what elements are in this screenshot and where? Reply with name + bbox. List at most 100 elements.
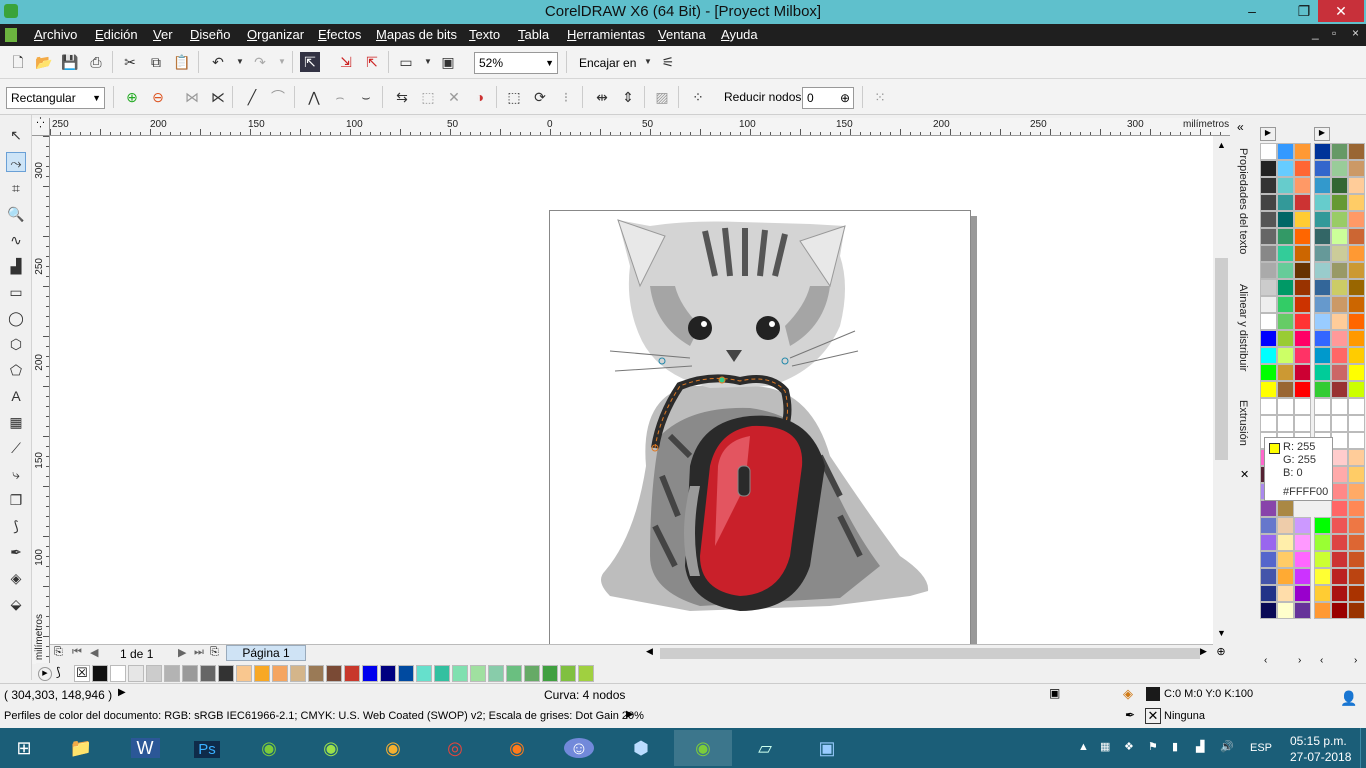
page-options-icon[interactable]: ⎘ — [54, 646, 63, 659]
outline-none-swatch[interactable]: ✕ — [1145, 708, 1161, 724]
palette-color-swatch[interactable] — [1348, 449, 1365, 466]
palette-color-swatch[interactable] — [1331, 466, 1348, 483]
add-page-icon[interactable]: ⎘ — [210, 646, 219, 659]
break-curve-icon[interactable]: ⋉ — [208, 87, 228, 107]
connector-tool-icon[interactable]: ⤷ — [6, 464, 26, 484]
network-icon[interactable]: ▟ — [1196, 740, 1204, 753]
palette-color-swatch[interactable] — [1260, 602, 1277, 619]
show-hidden-icons-icon[interactable]: ▲ — [1078, 741, 1089, 753]
rotate-nodes-icon[interactable]: ⟳ — [530, 87, 550, 107]
palette-color-swatch[interactable] — [1331, 245, 1348, 262]
palette-color-swatch[interactable] — [1314, 585, 1331, 602]
no-color-swatch[interactable]: ☒ — [74, 665, 90, 682]
dimension-tool-icon[interactable]: ⟋ — [6, 438, 26, 458]
first-page-icon[interactable]: ⏮ — [72, 646, 82, 659]
palette-color-swatch[interactable] — [1314, 415, 1331, 432]
palette-swatch[interactable] — [452, 665, 468, 682]
volume-icon[interactable]: 🔊 — [1220, 740, 1234, 753]
language-indicator[interactable]: ESP — [1250, 742, 1272, 754]
palette-color-swatch[interactable] — [1314, 245, 1331, 262]
delete-node-icon[interactable]: ⊖ — [148, 87, 168, 107]
palette-color-swatch[interactable] — [1331, 330, 1348, 347]
menu-edicion[interactable]: Edición — [95, 27, 138, 42]
horizontal-scrollbar[interactable]: ◀ ▶ — [642, 644, 1213, 661]
status-expand-icon[interactable]: ▶ — [118, 687, 126, 698]
palette-color-swatch[interactable] — [1331, 313, 1348, 330]
palette-color-swatch[interactable] — [1348, 194, 1365, 211]
palette-color-swatch[interactable] — [1348, 211, 1365, 228]
open-icon[interactable]: 📂 — [34, 52, 54, 72]
palette-swatch[interactable] — [398, 665, 414, 682]
palette-color-swatch[interactable] — [1348, 415, 1365, 432]
outline-pen-icon[interactable]: ✒ — [1125, 708, 1135, 722]
close-curve-icon[interactable]: ◑ — [470, 87, 490, 107]
palette-color-swatch[interactable] — [1314, 211, 1331, 228]
discord-icon[interactable]: ☺ — [550, 730, 608, 766]
table-tool-icon[interactable]: ▦ — [6, 412, 26, 432]
palette-swatch[interactable] — [326, 665, 342, 682]
palette-color-swatch[interactable] — [1260, 534, 1277, 551]
export-icon[interactable]: ⇱ — [362, 52, 382, 72]
palette-swatch[interactable] — [164, 665, 180, 682]
paste-icon[interactable]: 📋 — [172, 52, 192, 72]
smart-fill-tool-icon[interactable]: ▟ — [6, 256, 26, 276]
docker-tab-align[interactable]: Alinear y distribuir — [1237, 284, 1249, 371]
palette-color-swatch[interactable] — [1260, 585, 1277, 602]
clock-time[interactable]: 05:15 p.m. — [1290, 734, 1347, 748]
basic-shapes-tool-icon[interactable]: ⬠ — [6, 360, 26, 380]
reflect-horizontal-icon[interactable]: ⇹ — [592, 87, 612, 107]
scroll-right-icon[interactable]: › — [1298, 655, 1301, 666]
palette-color-swatch[interactable] — [1260, 347, 1277, 364]
palette-swatch[interactable] — [542, 665, 558, 682]
palette-color-swatch[interactable] — [1260, 500, 1277, 517]
palette-swatch[interactable] — [416, 665, 432, 682]
cusp-node-icon[interactable]: ⋀ — [304, 87, 324, 107]
pick-tool-icon[interactable]: ↖ — [6, 125, 26, 145]
palette-color-swatch[interactable] — [1348, 143, 1365, 160]
palette-color-swatch[interactable] — [1331, 296, 1348, 313]
scroll-right-icon[interactable]: › — [1354, 655, 1357, 666]
palette-color-swatch[interactable] — [1294, 177, 1311, 194]
copy-icon[interactable]: ⧉ — [146, 52, 166, 72]
palette-color-swatch[interactable] — [1260, 313, 1277, 330]
palette-color-swatch[interactable] — [1294, 194, 1311, 211]
prev-page-icon[interactable]: ◀ — [90, 646, 98, 659]
palette-color-swatch[interactable] — [1294, 211, 1311, 228]
color-profiles-info[interactable]: Perfiles de color del documento: RGB: sR… — [4, 710, 644, 722]
palette-color-swatch[interactable] — [1294, 585, 1311, 602]
menu-ayuda[interactable]: Ayuda — [721, 27, 758, 42]
menu-efectos[interactable]: Efectos — [318, 27, 361, 42]
smooth-node-icon[interactable]: ⌢ — [330, 87, 350, 107]
palette-color-swatch[interactable] — [1348, 568, 1365, 585]
drop-shadow-tool-icon[interactable]: ❐ — [6, 490, 26, 510]
palette-color-swatch[interactable] — [1294, 296, 1311, 313]
dropbox-icon[interactable]: ❖ — [1124, 740, 1134, 753]
symmetrical-node-icon[interactable]: ⌣ — [356, 87, 376, 107]
palette-swatch[interactable] — [146, 665, 162, 682]
doc-restore-button[interactable]: ▫ — [1332, 26, 1336, 40]
palette-color-swatch[interactable] — [1294, 330, 1311, 347]
palette-color-swatch[interactable] — [1294, 364, 1311, 381]
palette-swatch[interactable] — [434, 665, 450, 682]
corel-photo-paint-icon[interactable]: ◉ — [364, 730, 422, 766]
palette-color-swatch[interactable] — [1294, 347, 1311, 364]
docker-tab-text-properties[interactable]: Propiedades del texto — [1237, 148, 1249, 254]
align-nodes-icon[interactable]: ⁝ — [556, 87, 576, 107]
fill-tool-icon[interactable]: ◈ — [6, 568, 26, 588]
palette-color-swatch[interactable] — [1260, 262, 1277, 279]
palette-color-swatch[interactable] — [1260, 296, 1277, 313]
palette-color-swatch[interactable] — [1260, 211, 1277, 228]
palette-color-swatch[interactable] — [1260, 364, 1277, 381]
palette-color-swatch[interactable] — [1260, 381, 1277, 398]
drawing-canvas[interactable] — [50, 136, 1213, 644]
coreldraw-active-icon[interactable]: ◉ — [674, 730, 732, 766]
palette-color-swatch[interactable] — [1314, 194, 1331, 211]
corel-connect-icon[interactable]: ◉ — [302, 730, 360, 766]
battery-icon[interactable]: ▮ — [1172, 740, 1178, 753]
palette-color-swatch[interactable] — [1294, 398, 1311, 415]
palette-color-swatch[interactable] — [1348, 534, 1365, 551]
palette-swatch[interactable] — [380, 665, 396, 682]
palette-color-swatch[interactable] — [1348, 160, 1365, 177]
palette-color-swatch[interactable] — [1331, 398, 1348, 415]
undo-dropdown-icon[interactable]: ▼ — [230, 52, 250, 72]
